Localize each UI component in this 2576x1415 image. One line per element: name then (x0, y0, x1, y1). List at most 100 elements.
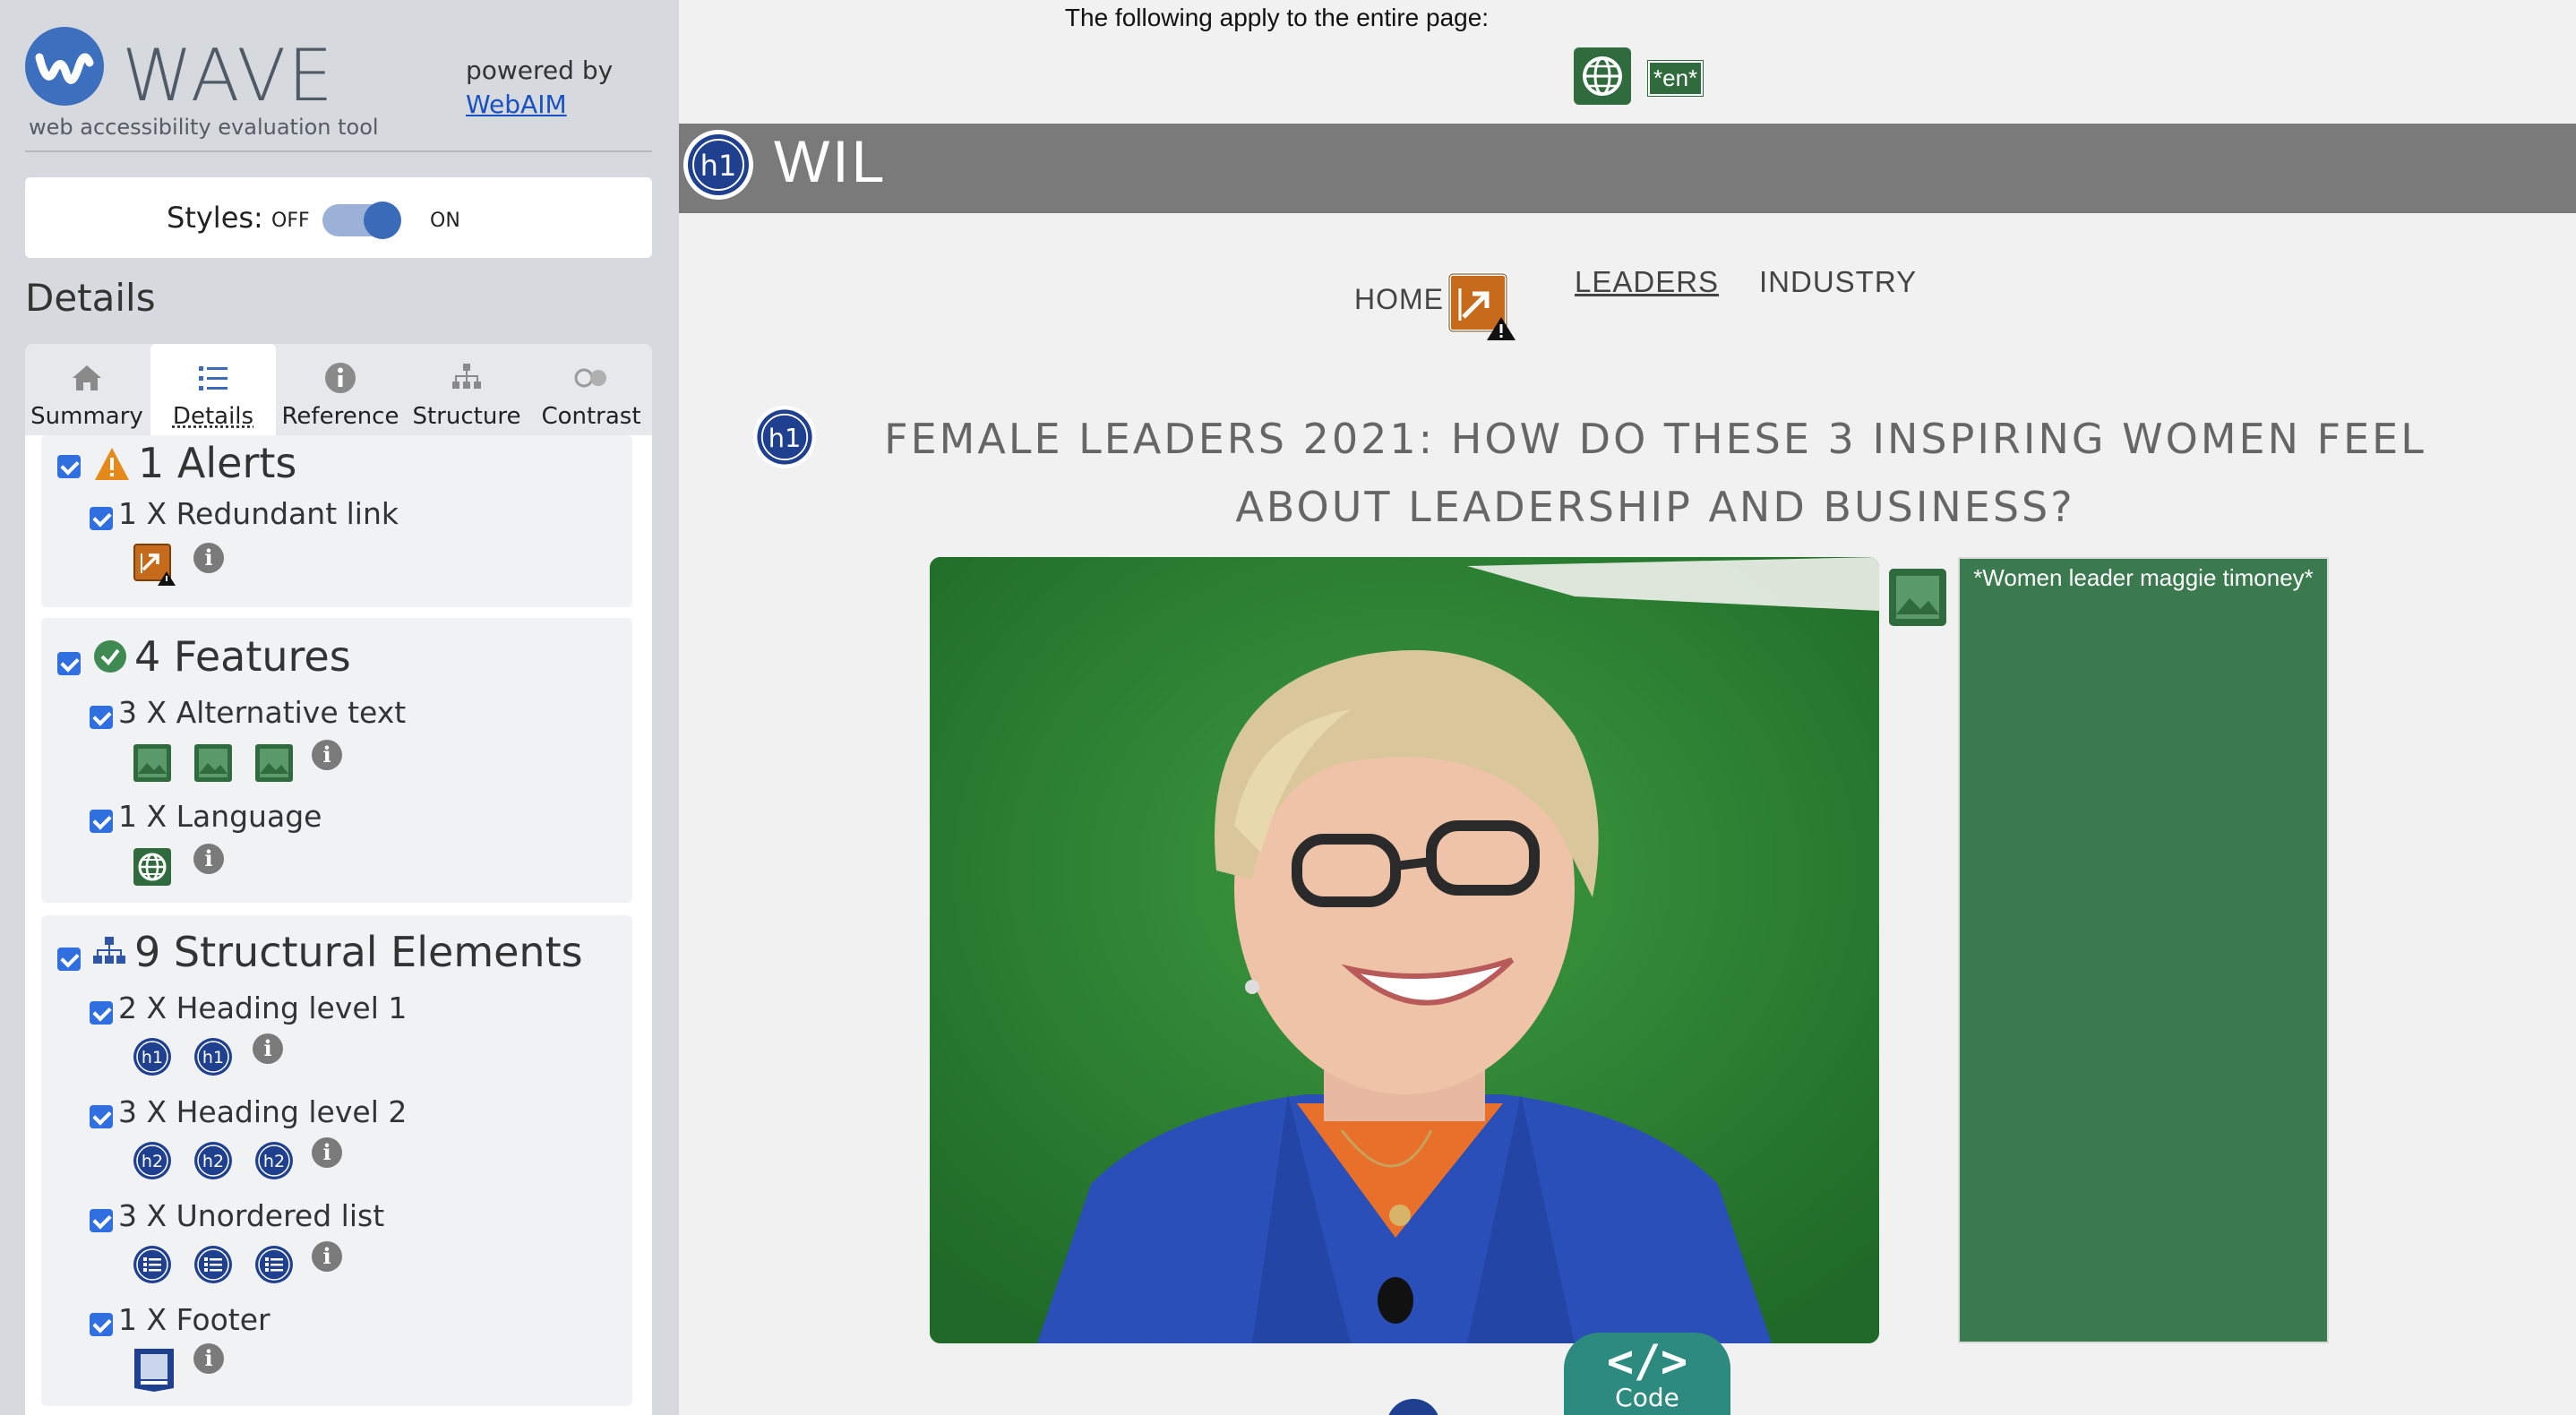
wave-logo-icon (25, 27, 104, 106)
heading-level-2-icon-text: h2 (142, 1152, 163, 1171)
heading2-label: 3 X Heading level 2 (118, 1094, 408, 1129)
styles-toggle[interactable] (322, 202, 401, 239)
unordered-list-label: 3 X Unordered list (118, 1198, 385, 1233)
footer-checkbox[interactable] (90, 1313, 113, 1336)
details-panel: 1 Alerts 1 X Redundant link i 4 Features… (25, 435, 652, 1415)
evaluated-page: The following apply to the entire page: … (679, 0, 2576, 1415)
heading2-checkbox[interactable] (90, 1105, 113, 1128)
heading-level-1-icon[interactable]: h1 (683, 129, 754, 201)
tab-summary[interactable]: Summary (25, 344, 149, 435)
styles-on-label: ON (430, 210, 460, 232)
heading-level-2-icon-text: h2 (202, 1152, 224, 1171)
site-header-bar: h1 WIL (679, 124, 2576, 213)
heading-level-1-icon-text: h1 (142, 1048, 163, 1068)
heading1-label: 2 X Heading level 1 (118, 990, 408, 1025)
alt-text-icon[interactable] (193, 743, 233, 783)
heading-level-2-icon[interactable]: h2 (133, 1141, 172, 1180)
alt-text-label: 3 X Alternative text (118, 695, 407, 730)
alt-text-value: *Women leader maggie timoney* (1973, 564, 2314, 591)
tab-structure-label: Structure (412, 403, 521, 430)
language-info-icon[interactable]: i (193, 844, 224, 874)
code-icon: </> (1606, 1335, 1688, 1387)
unordered-list-info-icon[interactable]: i (312, 1241, 342, 1272)
language-checkbox[interactable] (90, 810, 113, 833)
heading-level-2-icon-text: h2 (263, 1152, 285, 1171)
unordered-list-icon[interactable] (133, 1245, 172, 1284)
footer-icon[interactable] (133, 1347, 176, 1394)
details-heading: Details (25, 276, 156, 320)
heading-level-2-icon[interactable]: h2 (193, 1141, 233, 1180)
alt-text-info-icon[interactable]: i (312, 740, 342, 770)
features-title: 4 Features (134, 632, 351, 681)
woman-portrait-illustration (930, 557, 1879, 1343)
alt-text-icon[interactable] (133, 743, 172, 783)
language-icon[interactable] (133, 847, 172, 887)
nav-industry-link[interactable]: INDUSTRY (1759, 265, 1917, 299)
powered-by: powered by WebAIM (466, 54, 613, 122)
alt-text-icon[interactable] (254, 743, 294, 783)
heading-level-1-icon-text: h1 (202, 1048, 224, 1068)
h1-badge-text: h1 (700, 149, 737, 183)
alerts-group: 1 Alerts 1 X Redundant link i (41, 435, 632, 607)
unordered-list-icon[interactable] (254, 1245, 294, 1284)
alerts-title: 1 Alerts (138, 439, 297, 487)
home-icon (73, 365, 101, 390)
nav-home-link[interactable]: HOME (1354, 283, 1444, 316)
alt-text-checkbox[interactable] (90, 706, 113, 729)
tab-summary-label: Summary (30, 403, 143, 430)
footer-label: 1 X Footer (118, 1302, 270, 1337)
wave-tagline: web accessibility evaluation tool (29, 115, 379, 140)
redundant-link-label: 1 X Redundant link (118, 496, 399, 531)
redundant-link-icon[interactable] (133, 543, 177, 587)
webaim-link[interactable]: WebAIM (466, 88, 613, 122)
info-icon (325, 363, 356, 393)
heading-level-2-icon[interactable]: h2 (254, 1141, 294, 1180)
features-group: 4 Features 3 X Alternative text i 1 X La… (41, 618, 632, 903)
checkmark-circle-icon (94, 640, 126, 673)
tab-structure[interactable]: Structure (405, 344, 528, 435)
structure-title: 9 Structural Elements (134, 928, 583, 976)
site-title: WIL (774, 128, 888, 194)
redundant-link-info-icon[interactable]: i (193, 543, 224, 573)
styles-toggle-knob[interactable] (364, 202, 401, 239)
language-tag[interactable]: *en* (1646, 60, 1704, 97)
alerts-checkbox[interactable] (57, 455, 81, 478)
unordered-list-checkbox[interactable] (90, 1209, 113, 1232)
powered-by-text: powered by (466, 56, 614, 85)
contrast-icon (574, 368, 606, 388)
tab-details[interactable]: Details (150, 344, 276, 435)
features-checkbox[interactable] (57, 652, 81, 675)
wave-title: WAVE (122, 34, 335, 117)
wave-sidebar: WAVE web accessibility evaluation tool p… (0, 0, 679, 1415)
language-label: 1 X Language (118, 799, 322, 834)
language-icon[interactable] (1573, 47, 1632, 106)
alt-text-icon[interactable] (1888, 568, 1947, 627)
redundant-link-icon[interactable] (1446, 270, 1517, 342)
footer-info-icon[interactable]: i (193, 1343, 224, 1374)
styles-off-label: OFF (271, 210, 310, 232)
unordered-list-icon[interactable] (193, 1245, 233, 1284)
heading1-checkbox[interactable] (90, 1001, 113, 1025)
tab-contrast[interactable]: Contrast (530, 344, 652, 435)
styles-toggle-box: Styles: OFF ON (25, 177, 652, 258)
structure-checkbox[interactable] (57, 948, 81, 971)
heading-level-1-icon[interactable]: h1 (133, 1037, 172, 1076)
nav-leaders-link[interactable]: LEADERS (1575, 265, 1719, 299)
page-wide-note: The following apply to the entire page: (1064, 4, 1490, 31)
hero-image (930, 557, 1879, 1343)
heading-level-1-icon[interactable]: h1 (193, 1037, 233, 1076)
tab-reference[interactable]: Reference (278, 344, 403, 435)
alt-text-panel: *Women leader maggie timoney* (1958, 557, 2329, 1343)
panel-tabs: Summary Details Reference Structure Cont (25, 344, 652, 435)
alert-triangle-icon (95, 448, 129, 480)
article-title: FEMALE LEADERS 2021: HOW DO THESE 3 INSP… (884, 415, 2426, 531)
styles-label: Styles: (167, 201, 263, 235)
code-view-button[interactable]: </> Code (1564, 1333, 1730, 1415)
tab-contrast-label: Contrast (541, 403, 641, 430)
tab-reference-label: Reference (281, 403, 399, 430)
code-button-label: Code (1615, 1383, 1679, 1412)
structure-group: 9 Structural Elements 2 X Heading level … (41, 915, 632, 1406)
redundant-link-checkbox[interactable] (90, 507, 113, 530)
heading2-info-icon[interactable]: i (312, 1137, 342, 1168)
heading1-info-icon[interactable]: i (253, 1033, 283, 1064)
